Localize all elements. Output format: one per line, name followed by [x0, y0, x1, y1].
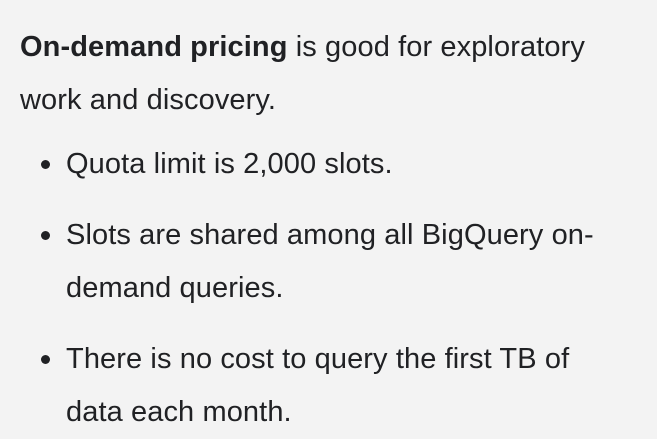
- list-item: Slots are shared among all BigQuery on-d…: [20, 209, 626, 315]
- bullet-text: There is no cost to query the first TB o…: [66, 343, 570, 428]
- pricing-note: On-demand pricing is good for explorator…: [0, 0, 657, 435]
- list-item: Quota limit is 2,000 slots.: [20, 138, 626, 191]
- pricing-term: On-demand pricing: [20, 31, 288, 63]
- intro-paragraph: On-demand pricing is good for explorator…: [20, 21, 630, 127]
- bullet-dot-icon: [41, 160, 50, 169]
- pricing-bullet-list: Quota limit is 2,000 slots. Slots are sh…: [20, 138, 657, 439]
- bullet-dot-icon: [41, 355, 50, 364]
- bullet-dot-icon: [41, 231, 50, 240]
- list-item: There is no cost to query the first TB o…: [20, 333, 626, 439]
- bullet-text: Quota limit is 2,000 slots.: [66, 148, 393, 180]
- bullet-text: Slots are shared among all BigQuery on-d…: [66, 219, 594, 304]
